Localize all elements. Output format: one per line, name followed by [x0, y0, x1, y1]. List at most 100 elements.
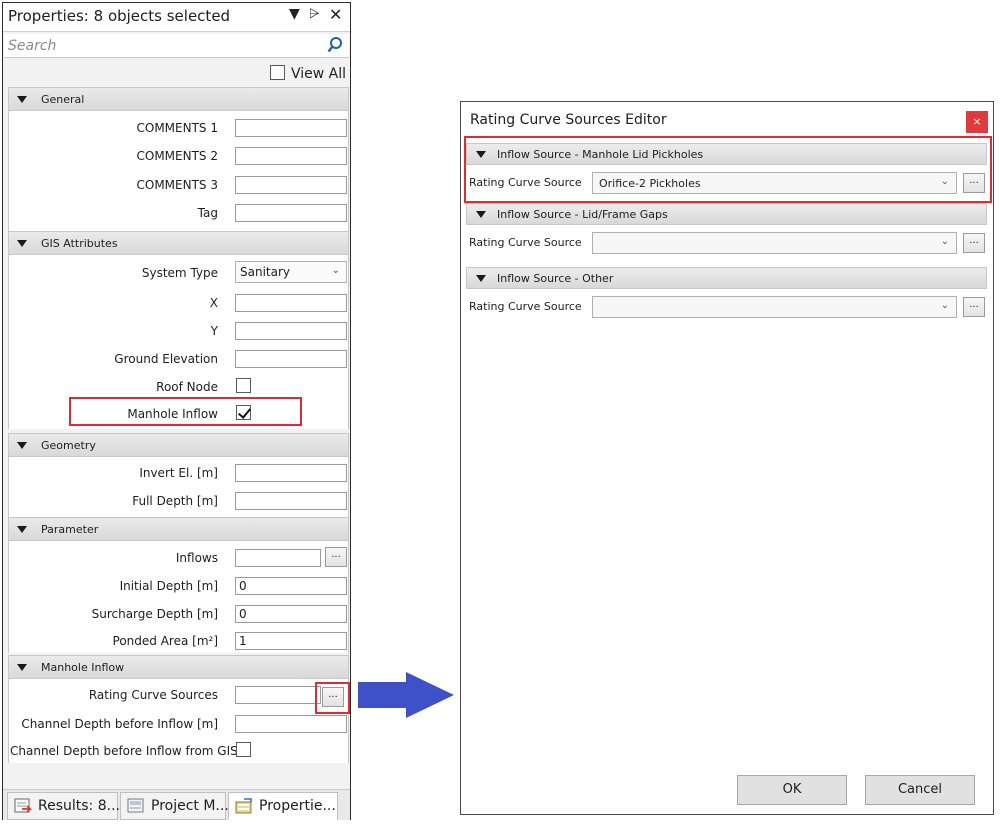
properties-icon: [235, 798, 252, 814]
group-title: Inflow Source - Other: [497, 272, 614, 285]
y-label: Y: [210, 324, 218, 338]
collapse-triangle-icon: [476, 275, 486, 282]
rating-curve-sources-dialog: Rating Curve Sources Editor × Inflow Sou…: [460, 101, 994, 815]
invert-el-input[interactable]: [235, 464, 347, 482]
lid-pickholes-highlight: [464, 136, 992, 203]
arrow-right-icon: [358, 672, 454, 718]
inflow-source-other-row: Rating Curve Source ⌄ ...: [466, 290, 987, 324]
initial-depth-input[interactable]: 0: [235, 577, 347, 595]
search-input[interactable]: [8, 36, 308, 56]
inflows-browse-button[interactable]: ...: [325, 547, 347, 567]
tab-project-manager-label: Project M...: [151, 798, 229, 814]
ponded-area-label: Ponded Area [m²]: [112, 634, 218, 648]
tab-results-label: Results: 8...: [38, 798, 120, 814]
dialog-title: Rating Curve Sources Editor: [470, 112, 667, 128]
channel-depth-input[interactable]: [235, 715, 347, 733]
system-type-label: System Type: [141, 266, 218, 280]
y-input[interactable]: [235, 322, 347, 340]
comments3-input[interactable]: [235, 176, 347, 194]
ponded-area-input[interactable]: 1: [235, 632, 347, 650]
group-title: Inflow Source - Lid/Frame Gaps: [497, 208, 668, 221]
properties-panel: Properties: 8 objects selected ▼ ⩥ ✕ Vie…: [2, 2, 351, 820]
view-all-toggle[interactable]: View All: [270, 65, 346, 83]
rating-curve-source-select[interactable]: ⌄: [592, 296, 957, 318]
cancel-button[interactable]: Cancel: [865, 775, 975, 805]
tab-results[interactable]: Results: 8...: [7, 792, 120, 820]
tab-properties[interactable]: Propertie...: [228, 792, 338, 820]
chevron-down-icon: ⌄: [331, 265, 340, 276]
section-parameter-body: Inflows ... Initial Depth [m] 0 Surcharg…: [8, 541, 349, 653]
section-gis-header[interactable]: GIS Attributes: [8, 231, 349, 255]
x-label: X: [209, 296, 218, 310]
collapse-triangle-icon: [17, 96, 27, 103]
chevron-down-icon: ⌄: [940, 300, 949, 311]
tag-input[interactable]: [235, 204, 347, 222]
rating-curve-button-highlight: [315, 682, 350, 714]
inflows-input[interactable]: [235, 549, 321, 567]
section-geometry-header[interactable]: Geometry: [8, 433, 349, 457]
collapse-triangle-icon: [476, 211, 486, 218]
ground-elevation-label: Ground Elevation: [114, 352, 218, 366]
close-icon[interactable]: ✕: [329, 5, 342, 24]
inflow-source-lid-frame-gaps-row: Rating Curve Source ⌄ ...: [466, 226, 987, 260]
section-manhole-inflow-body: Rating Curve Sources ... Channel Depth b…: [8, 679, 349, 763]
section-title: Manhole Inflow: [41, 661, 125, 674]
collapse-triangle-icon: [17, 442, 27, 449]
roof-node-label: Roof Node: [156, 380, 218, 394]
ok-button[interactable]: OK: [737, 775, 847, 805]
properties-title: Properties: 8 objects selected: [8, 7, 231, 25]
comments2-label: COMMENTS 2: [136, 149, 219, 163]
tab-properties-label: Propertie...: [259, 798, 336, 814]
roof-node-checkbox[interactable]: [236, 378, 251, 393]
channel-depth-label: Channel Depth before Inflow [m]: [21, 717, 218, 731]
invert-el-label: Invert El. [m]: [139, 466, 218, 480]
full-depth-label: Full Depth [m]: [132, 494, 218, 508]
initial-depth-label: Initial Depth [m]: [119, 579, 218, 593]
section-parameter-header[interactable]: Parameter: [8, 517, 349, 541]
channel-depth-gis-checkbox[interactable]: [236, 742, 251, 757]
inflow-source-other-header[interactable]: Inflow Source - Other: [466, 267, 987, 289]
comments1-input[interactable]: [235, 119, 347, 137]
section-general-body: COMMENTS 1 COMMENTS 2 COMMENTS 3 Tag: [8, 111, 349, 231]
rating-curve-source-select[interactable]: ⌄: [592, 232, 957, 254]
system-type-select[interactable]: Sanitary ⌄: [235, 261, 347, 283]
chevron-down-icon: ⌄: [940, 236, 949, 247]
view-all-checkbox[interactable]: [270, 65, 285, 80]
manhole-inflow-highlight: [69, 397, 302, 426]
search-bar: [4, 34, 349, 58]
rating-curve-source-label: Rating Curve Source: [469, 236, 582, 249]
dialog-close-button[interactable]: ×: [966, 111, 988, 133]
rating-curve-browse-button[interactable]: ...: [963, 233, 985, 253]
search-icon[interactable]: [327, 36, 343, 54]
project-manager-icon: [127, 798, 144, 813]
rating-curve-sources-input[interactable]: [235, 686, 321, 704]
tag-label: Tag: [197, 206, 218, 220]
surcharge-depth-input[interactable]: 0: [235, 605, 347, 623]
tab-project-manager[interactable]: Project M...: [120, 792, 229, 820]
comments3-label: COMMENTS 3: [136, 178, 219, 192]
section-title: Parameter: [41, 523, 99, 536]
surcharge-depth-label: Surcharge Depth [m]: [91, 607, 218, 621]
section-general-header[interactable]: General: [8, 87, 349, 111]
pin-icon[interactable]: ⩥: [309, 7, 319, 22]
inflows-label: Inflows: [175, 551, 218, 565]
section-title: General: [41, 93, 85, 106]
inflow-source-lid-frame-gaps-header[interactable]: Inflow Source - Lid/Frame Gaps: [466, 203, 987, 225]
rating-curve-browse-button[interactable]: ...: [963, 297, 985, 317]
rating-curve-source-label: Rating Curve Source: [469, 300, 582, 313]
x-input[interactable]: [235, 294, 347, 312]
system-type-value: Sanitary: [240, 265, 291, 279]
collapse-triangle-icon: [17, 664, 27, 671]
collapse-triangle-icon: [17, 526, 27, 533]
collapse-triangle-icon: [17, 240, 27, 247]
channel-depth-gis-label: Channel Depth before Inflow from GIS: [10, 744, 238, 758]
results-icon: [14, 798, 32, 813]
full-depth-input[interactable]: [235, 492, 347, 510]
comments2-input[interactable]: [235, 147, 347, 165]
section-manhole-inflow-header[interactable]: Manhole Inflow: [8, 655, 349, 679]
section-title: Geometry: [41, 439, 96, 452]
dropdown-menu-icon[interactable]: ▼: [289, 6, 300, 22]
ground-elevation-input[interactable]: [235, 350, 347, 368]
properties-title-bar: Properties: 8 objects selected ▼ ⩥ ✕: [3, 3, 350, 32]
section-title: GIS Attributes: [41, 237, 118, 250]
